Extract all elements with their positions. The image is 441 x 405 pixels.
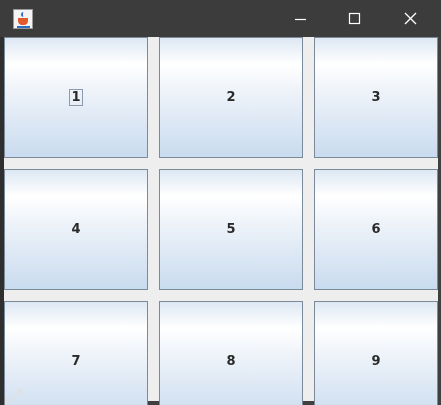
grid-button-label: 9: [371, 354, 381, 369]
grid-button-label: 4: [71, 222, 81, 237]
grid-button-7[interactable]: 7: [4, 301, 148, 405]
grid-button-label: 5: [226, 222, 236, 237]
grid-button-4[interactable]: 4: [4, 169, 148, 290]
grid-button-8[interactable]: 8: [159, 301, 303, 405]
grid-button-label: 8: [226, 354, 236, 369]
maximize-button[interactable]: [332, 0, 378, 37]
grid-button-3[interactable]: 3: [314, 37, 438, 158]
title-bar[interactable]: [0, 0, 441, 37]
grid-button-label: 2: [226, 90, 236, 105]
grid-button-6[interactable]: 6: [314, 169, 438, 290]
minimize-button[interactable]: [278, 0, 324, 37]
close-icon: [404, 12, 417, 25]
app-window: 1 2 3 4 5 6 7 8 9: [0, 0, 441, 405]
grid-button-5[interactable]: 5: [159, 169, 303, 290]
grid-button-2[interactable]: 2: [159, 37, 303, 158]
button-grid-panel: 1 2 3 4 5 6 7 8 9: [4, 37, 438, 405]
grid-button-9[interactable]: 9: [314, 301, 438, 405]
grid-button-label: 7: [71, 354, 81, 369]
minimize-icon: [295, 18, 306, 21]
grid-button-label: 3: [371, 90, 381, 105]
resize-arrow-icon[interactable]: [3, 388, 25, 405]
java-coffee-cup-icon[interactable]: [13, 9, 33, 29]
grid-button-1[interactable]: 1: [4, 37, 148, 158]
maximize-icon: [348, 12, 361, 25]
grid-button-label: 6: [371, 222, 381, 237]
grid-button-label: 1: [69, 89, 83, 106]
close-button[interactable]: [388, 0, 434, 37]
